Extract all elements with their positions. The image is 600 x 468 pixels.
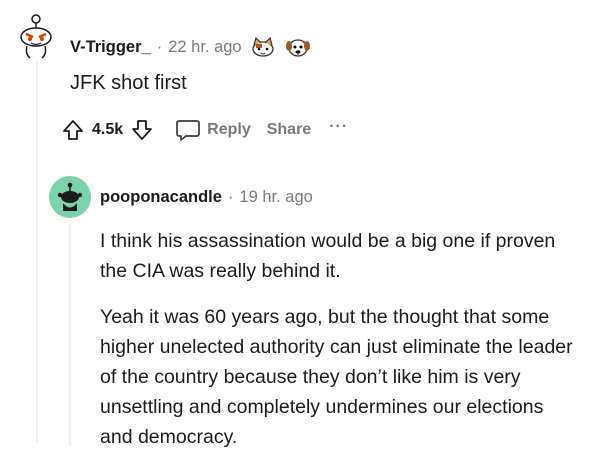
snoo-avatar[interactable] [14, 10, 58, 60]
comment-header: V-Trigger_ · 22 hr. ago [70, 36, 312, 58]
comment-action-bar: 4.5k Reply Share ··· [62, 116, 348, 144]
comment-body: JFK shot first [70, 72, 187, 94]
upvote-icon [63, 120, 83, 140]
downvote-button[interactable] [131, 119, 153, 141]
timestamp[interactable]: 19 hr. ago [239, 188, 312, 207]
separator: · [156, 37, 163, 56]
share-button[interactable]: Share [267, 121, 311, 139]
reply-bubble-icon [176, 120, 200, 141]
comment-paragraph: I think his assassination would be a big… [100, 230, 556, 282]
comment-header: pooponacandle · 19 hr. ago [100, 188, 313, 207]
username[interactable]: pooponacandle [100, 188, 222, 207]
comment-paragraph: Yeah it was 60 years ago, but the though… [100, 306, 573, 448]
vote-count: 4.5k [92, 121, 124, 138]
downvote-icon [132, 120, 153, 140]
separator: · [227, 188, 234, 206]
snoo-avatar-green[interactable] [49, 176, 91, 218]
reply-label: Reply [207, 121, 251, 138]
timestamp[interactable]: 22 hr. ago [168, 38, 241, 57]
dog-award-icon[interactable] [284, 36, 312, 58]
cat-award-icon[interactable] [248, 36, 278, 58]
comment-body: I think his assassination would be a big… [100, 226, 580, 468]
thread-line [36, 62, 38, 442]
upvote-button[interactable] [62, 119, 84, 141]
more-icon[interactable]: ··· [329, 118, 348, 136]
reply-button[interactable]: Reply [175, 118, 251, 142]
thread-line [69, 224, 71, 446]
username[interactable]: V-Trigger_ [70, 38, 151, 57]
